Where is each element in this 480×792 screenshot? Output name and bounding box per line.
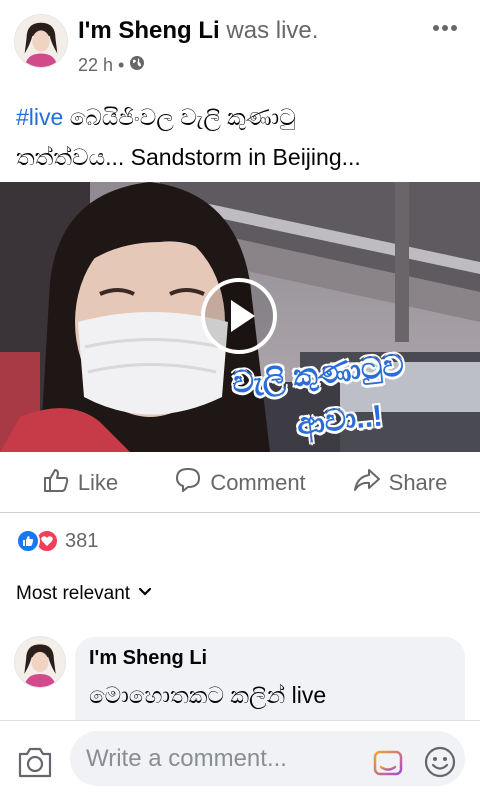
like-icon <box>42 466 70 500</box>
play-icon[interactable] <box>201 278 277 354</box>
comment-author[interactable]: I'm Sheng Li <box>89 647 451 670</box>
comment-sort-dropdown[interactable]: Most relevant <box>16 583 152 605</box>
comment-icon <box>174 466 202 500</box>
post-text-sinhala: බෙයිජිංවල වැලි කුණාටු <box>69 104 296 130</box>
share-icon <box>353 466 381 500</box>
post-time[interactable]: 22 h <box>78 55 113 76</box>
share-button[interactable]: Share <box>320 453 480 512</box>
author-line: I'm Sheng Li was live. <box>78 17 318 45</box>
comment-composer <box>0 720 480 792</box>
camera-icon[interactable] <box>17 745 53 779</box>
like-label: Like <box>77 469 119 495</box>
emoji-icon[interactable] <box>423 745 457 779</box>
post-header: I'm Sheng Li was live. 22 h • <box>0 0 480 88</box>
live-status: was live. <box>226 17 319 44</box>
post-text: #live බෙයිජිංවල වැලි කුණාටු තත්ත්වය... S… <box>16 97 472 177</box>
comment-label: Comment <box>210 469 306 495</box>
reactions-summary[interactable]: 381 <box>16 528 98 554</box>
reaction-count: 381 <box>65 529 99 552</box>
author-avatar[interactable] <box>14 14 68 68</box>
meta-separator: • <box>118 55 125 75</box>
post-text-line-2: තත්ත්වය... Sandstorm in Beijing... <box>16 144 361 170</box>
post-text-line-1: #live බෙයිජිංවල වැලි කුණාටු <box>16 97 472 137</box>
gif-icon[interactable] <box>372 747 404 779</box>
commenter-avatar[interactable] <box>14 636 66 688</box>
comment-button[interactable]: Comment <box>160 453 320 512</box>
globe-icon <box>129 55 145 76</box>
author-name[interactable]: I'm Sheng Li <box>78 17 220 44</box>
sort-label: Most relevant <box>16 583 131 604</box>
post-meta: 22 h • <box>78 55 145 76</box>
like-button[interactable]: Like <box>0 453 160 512</box>
more-icon[interactable] <box>432 12 458 38</box>
share-label: Share <box>388 469 448 495</box>
comment-text: මොහොතකට කලින් live <box>89 682 327 708</box>
chevron-down-icon <box>138 583 152 605</box>
like-reaction-icon <box>16 529 40 553</box>
comment-input[interactable] <box>70 731 465 786</box>
action-bar: Like Comment Share <box>0 453 480 513</box>
hashtag-link[interactable]: #live <box>16 104 63 130</box>
